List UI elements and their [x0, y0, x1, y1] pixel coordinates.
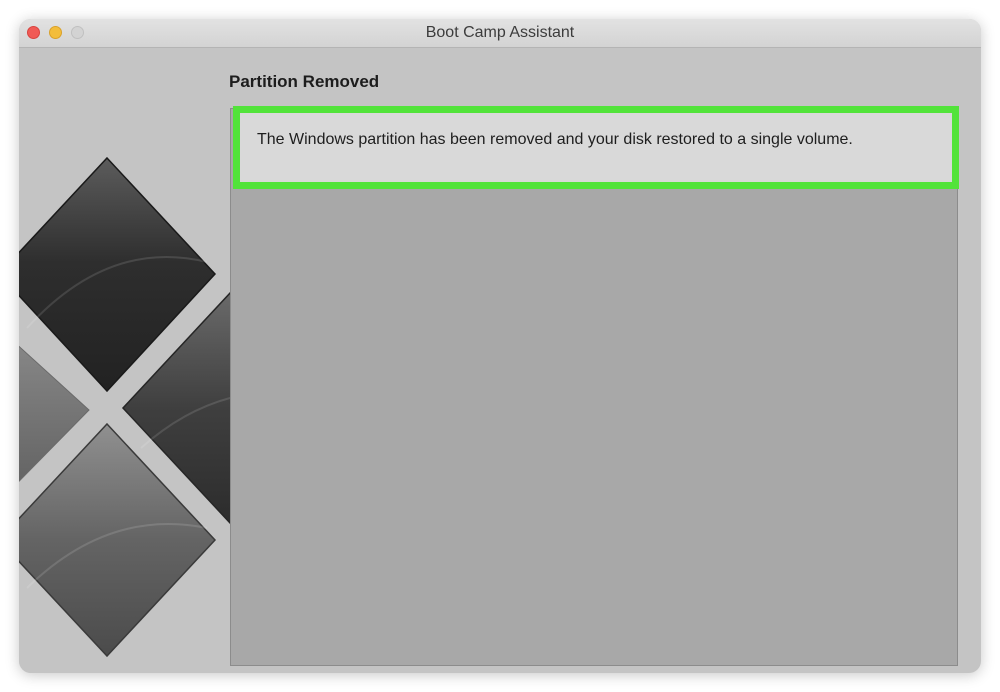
content-panel	[230, 108, 958, 666]
boot-camp-window: Boot Camp Assistant Partition Removed Th…	[19, 19, 981, 673]
boot-camp-logo-panel	[19, 48, 231, 673]
title-bar[interactable]: Boot Camp Assistant	[19, 19, 981, 48]
window-title: Boot Camp Assistant	[425, 24, 575, 41]
status-message: The Windows partition has been removed a…	[257, 131, 853, 148]
page-title: Partition Removed	[229, 72, 380, 91]
highlighted-message-box: The Windows partition has been removed a…	[233, 106, 959, 189]
boot-camp-windows-logo-icon	[19, 156, 231, 658]
main-content: Partition Removed The Windows partition …	[229, 48, 981, 673]
